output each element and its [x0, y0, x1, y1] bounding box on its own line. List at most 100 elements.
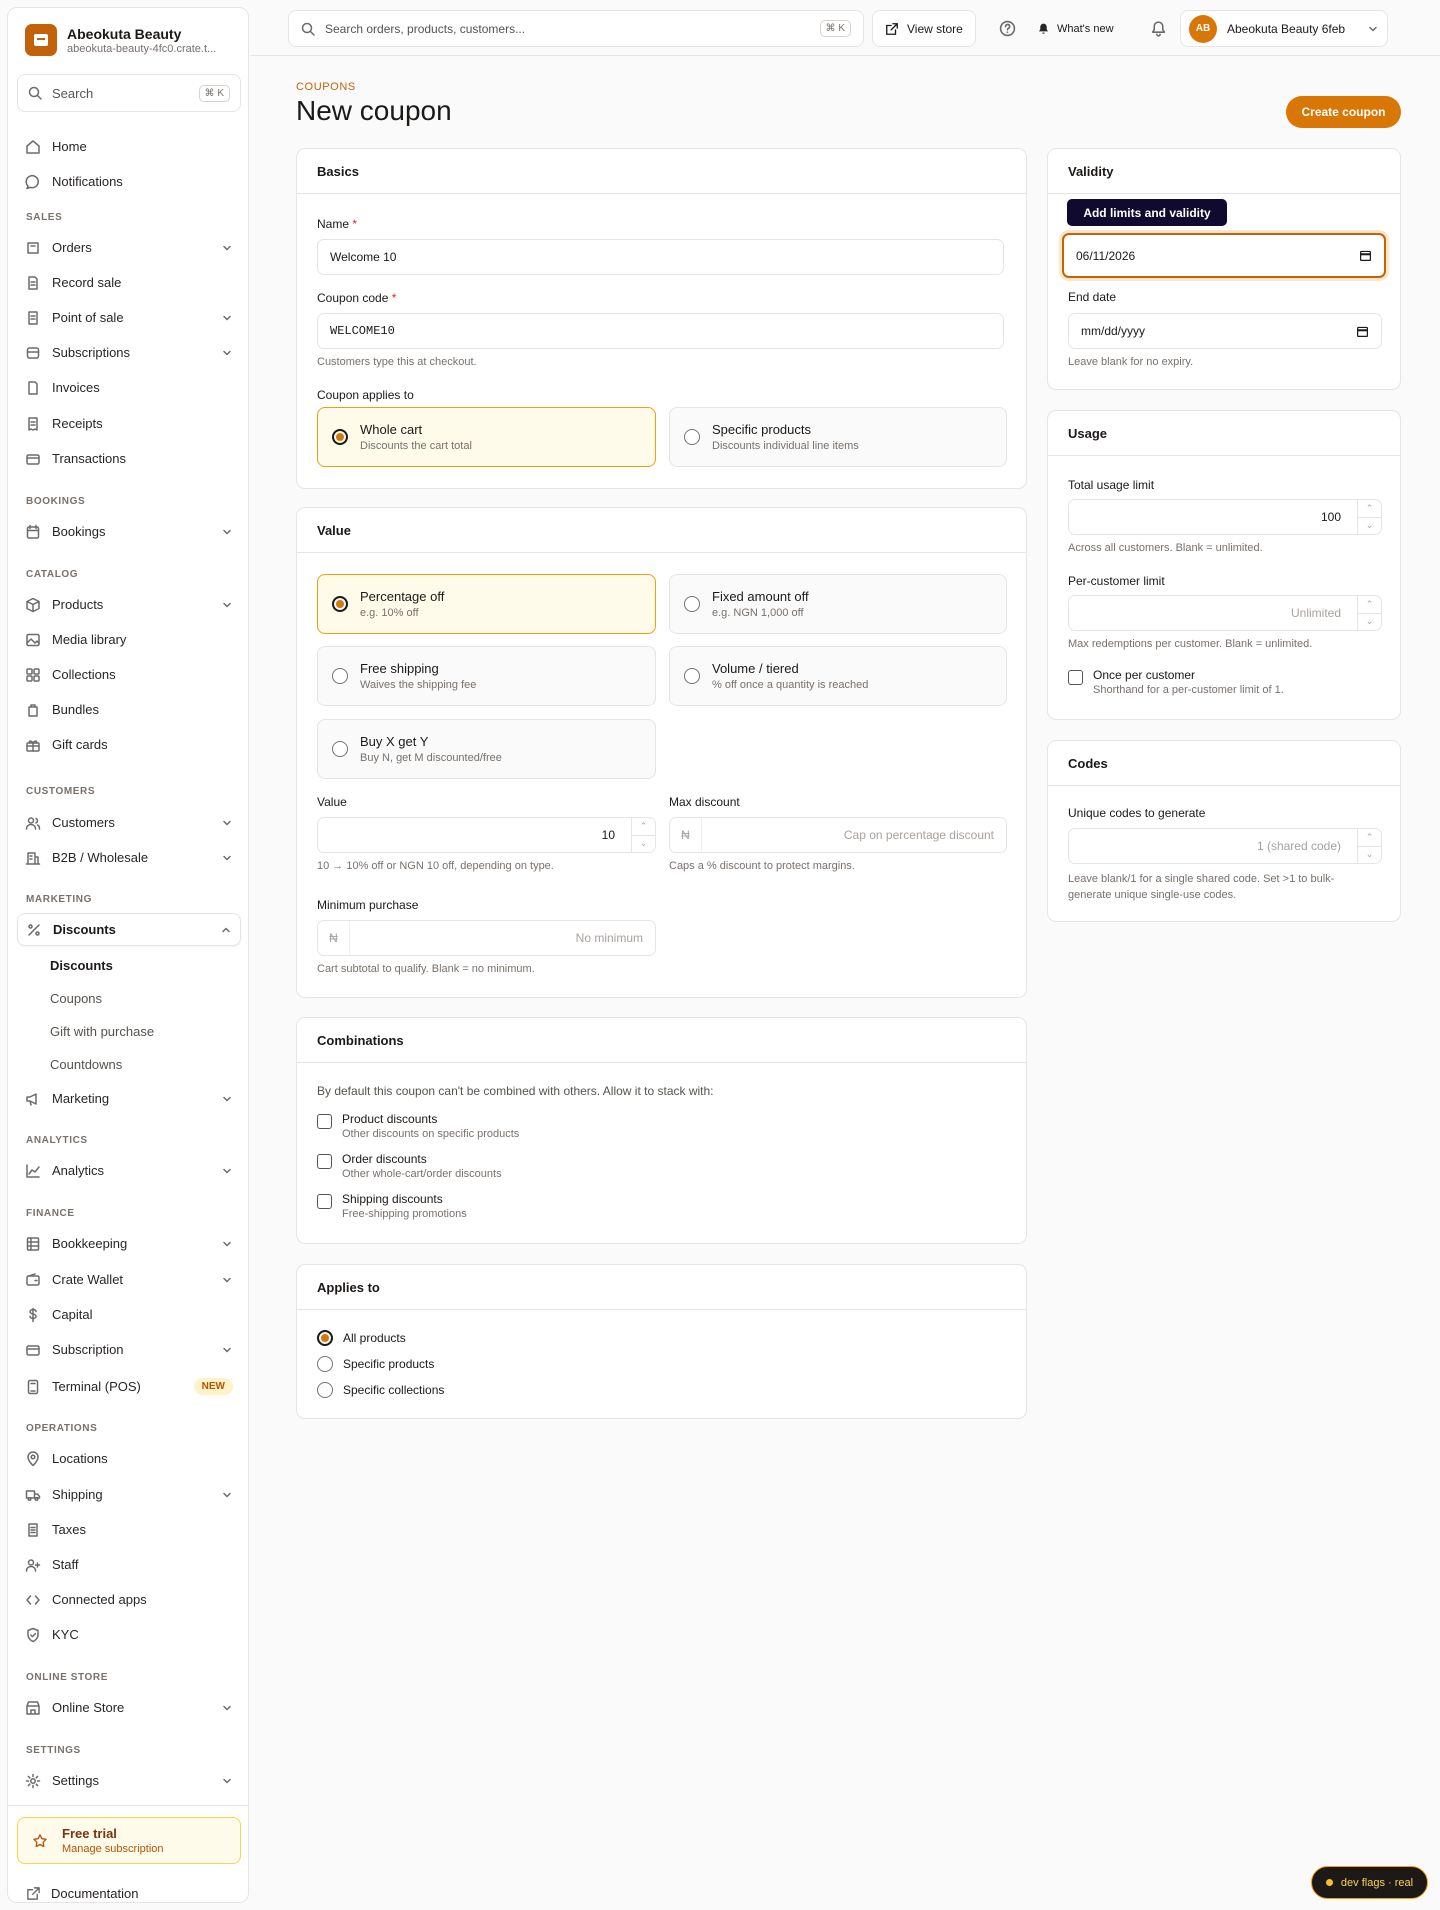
- minimum-purchase-field[interactable]: ₦ No minimum: [317, 920, 656, 956]
- radio-unchecked[interactable]: [317, 1382, 333, 1398]
- avatar: AB: [1189, 14, 1217, 43]
- applies-to-card: Applies to All products Specific product…: [296, 1264, 1027, 1419]
- sidebar-item-crate-wallet[interactable]: Crate Wallet: [17, 1263, 241, 1296]
- type-fixed-amount-option[interactable]: Fixed amount off e.g. NGN 1,000 off: [669, 574, 1007, 634]
- sidebar-item-b2b[interactable]: B2B / Wholesale: [17, 841, 241, 874]
- value-spin-buttons[interactable]: ⌃ ⌄: [631, 818, 655, 852]
- radio-unchecked[interactable]: [684, 596, 700, 612]
- spin-buttons[interactable]: ⌃ ⌄: [1357, 500, 1381, 534]
- help-button[interactable]: [992, 10, 1022, 47]
- unique-codes-stepper[interactable]: 1 (shared code) ⌃ ⌄: [1068, 828, 1382, 864]
- usage-card: Usage Total usage limit 100 ⌃ ⌄ Across al…: [1047, 410, 1401, 720]
- checkbox[interactable]: [317, 1154, 332, 1169]
- sidebar-item-subscription[interactable]: Subscription: [17, 1333, 241, 1366]
- sidebar-item-orders[interactable]: Orders: [17, 231, 241, 264]
- sidebar-item-locations[interactable]: Locations: [17, 1442, 241, 1475]
- sidebar-item-bookings[interactable]: Bookings: [17, 515, 241, 548]
- max-discount-field[interactable]: ₦ Cap on percentage discount: [669, 817, 1007, 853]
- account-menu[interactable]: AB Abeokuta Beauty 6feb: [1180, 10, 1388, 47]
- sidebar-item-terminal[interactable]: Terminal (POS) NEW: [17, 1370, 241, 1403]
- sidebar-search[interactable]: Search ⌘ K: [17, 74, 241, 112]
- document-icon: [28, 275, 38, 290]
- coupon-code-field[interactable]: WELCOME10: [317, 313, 1004, 349]
- applies-specific-collections-radio[interactable]: Specific collections: [317, 1382, 444, 1398]
- sidebar-item-settings[interactable]: Settings: [17, 1764, 241, 1797]
- sidebar-item-staff[interactable]: Staff: [17, 1548, 241, 1581]
- combine-order-discounts[interactable]: Order discounts Other whole-cart/order di…: [317, 1152, 502, 1180]
- radio-checked[interactable]: [332, 596, 348, 612]
- type-volume-tiered-option[interactable]: Volume / tiered% off once a quantity is …: [669, 646, 1007, 706]
- end-date-field[interactable]: mm/dd/yyyy: [1068, 313, 1382, 349]
- view-store-button[interactable]: View store: [872, 10, 976, 47]
- sidebar-item-record-sale[interactable]: Record sale: [17, 266, 241, 299]
- per-customer-stepper[interactable]: Unlimited ⌃ ⌄: [1068, 595, 1382, 631]
- sidebar-item-analytics[interactable]: Analytics: [17, 1154, 241, 1187]
- global-search-input[interactable]: Search orders, products, customers... ⌘ …: [288, 10, 864, 47]
- sidebar-subitem-countdowns[interactable]: Countdowns: [50, 1057, 122, 1072]
- sidebar-item-online-store[interactable]: Online Store: [17, 1691, 241, 1724]
- applies-specific-products-option[interactable]: Specific products Discounts individual li…: [669, 407, 1007, 467]
- sidebar-item-capital[interactable]: Capital: [17, 1298, 241, 1331]
- sidebar-item-discounts[interactable]: Discounts: [17, 913, 241, 946]
- once-per-customer-checkbox[interactable]: Once per customer Shorthand for a per-cus…: [1068, 668, 1284, 696]
- applies-whole-cart-option[interactable]: Whole cart Discounts the cart total: [317, 407, 656, 467]
- applies-specific-products-radio[interactable]: Specific products: [317, 1356, 434, 1372]
- sidebar-item-point-of-sale[interactable]: Point of sale: [17, 301, 241, 334]
- sidebar-item-transactions[interactable]: Transactions: [17, 442, 241, 475]
- manage-subscription-link[interactable]: Manage subscription: [62, 1843, 164, 1855]
- applies-all-products-radio[interactable]: All products: [317, 1330, 406, 1346]
- sidebar-subitem-gift-with-purchase[interactable]: Gift with purchase: [50, 1024, 154, 1039]
- sidebar-item-marketing[interactable]: Marketing: [17, 1082, 241, 1115]
- sidebar-item-receipts[interactable]: Receipts: [17, 407, 241, 440]
- documentation-link[interactable]: Documentation: [26, 1886, 138, 1901]
- sidebar-item-subscriptions[interactable]: Subscriptions: [17, 336, 241, 369]
- radio-unchecked[interactable]: [332, 668, 348, 684]
- sidebar-item-bundles[interactable]: Bundles: [17, 693, 241, 726]
- sidebar-subitem-discounts[interactable]: Discounts: [50, 958, 113, 973]
- free-trial-banner[interactable]: Free trial Manage subscription: [17, 1817, 241, 1864]
- checkbox[interactable]: [1068, 670, 1083, 685]
- name-field[interactable]: Welcome 10: [317, 239, 1004, 275]
- sidebar-item-invoices[interactable]: Invoices: [17, 371, 241, 404]
- combine-product-discounts[interactable]: Product discounts Other discounts on spec…: [317, 1112, 519, 1140]
- file-text-icon: [28, 1522, 38, 1537]
- spin-buttons[interactable]: ⌃ ⌄: [1357, 596, 1381, 630]
- radio-unchecked[interactable]: [684, 668, 700, 684]
- radio-checked[interactable]: [317, 1330, 333, 1346]
- sidebar-item-bookkeeping[interactable]: Bookkeeping: [17, 1227, 241, 1260]
- radio-checked[interactable]: [332, 429, 348, 445]
- notifications-button[interactable]: [1143, 10, 1173, 47]
- checkbox[interactable]: [317, 1114, 332, 1129]
- radio-unchecked[interactable]: [332, 741, 348, 757]
- sidebar-item-customers[interactable]: Customers: [17, 806, 241, 839]
- sidebar-item-home[interactable]: Home: [17, 130, 241, 163]
- sidebar-item-gift-cards[interactable]: Gift cards: [17, 728, 241, 761]
- radio-unchecked[interactable]: [684, 429, 700, 445]
- checkbox[interactable]: [317, 1194, 332, 1209]
- radio-unchecked[interactable]: [317, 1356, 333, 1372]
- start-date-field[interactable]: 06/11/2026: [1062, 233, 1386, 278]
- sidebar-item-connected-apps[interactable]: Connected apps: [17, 1583, 241, 1616]
- type-free-shipping-option[interactable]: Free shipping Waives the shipping fee: [317, 646, 656, 706]
- store-switcher[interactable]: Abeokuta Beauty abeokuta-beauty-4fc0.cra…: [25, 24, 216, 56]
- sidebar-subitem-coupons[interactable]: Coupons: [50, 991, 102, 1006]
- value-card: Value Percentage off e.g. 10% off Fixed a…: [296, 507, 1027, 998]
- whats-new-button[interactable]: What's new: [1037, 10, 1114, 47]
- sidebar-item-shipping[interactable]: Shipping: [17, 1478, 241, 1511]
- sidebar-item-taxes[interactable]: Taxes: [17, 1513, 241, 1546]
- dev-flags-button[interactable]: dev flags · real: [1311, 1866, 1428, 1899]
- value-stepper[interactable]: 10 ⌃ ⌄: [317, 817, 656, 853]
- sidebar-item-notifications[interactable]: Notifications: [17, 165, 241, 198]
- breadcrumb[interactable]: COUPONS: [296, 81, 356, 93]
- spin-buttons[interactable]: ⌃ ⌄: [1357, 829, 1381, 863]
- total-usage-stepper[interactable]: 100 ⌃ ⌄: [1068, 499, 1382, 535]
- sidebar-item-kyc[interactable]: KYC: [17, 1618, 241, 1651]
- document-icon: [28, 310, 38, 325]
- type-percentage-off-option[interactable]: Percentage off e.g. 10% off: [317, 574, 656, 634]
- create-coupon-button[interactable]: Create coupon: [1286, 96, 1401, 128]
- combine-shipping-discounts[interactable]: Shipping discounts Free-shipping promotio…: [317, 1192, 467, 1220]
- type-buy-x-get-y-option[interactable]: Buy X get Y Buy N, get M discounted/free: [317, 719, 656, 779]
- sidebar-item-collections[interactable]: Collections: [17, 658, 241, 691]
- sidebar-item-media-library[interactable]: Media library: [17, 623, 241, 656]
- sidebar-item-products[interactable]: Products: [17, 588, 241, 621]
